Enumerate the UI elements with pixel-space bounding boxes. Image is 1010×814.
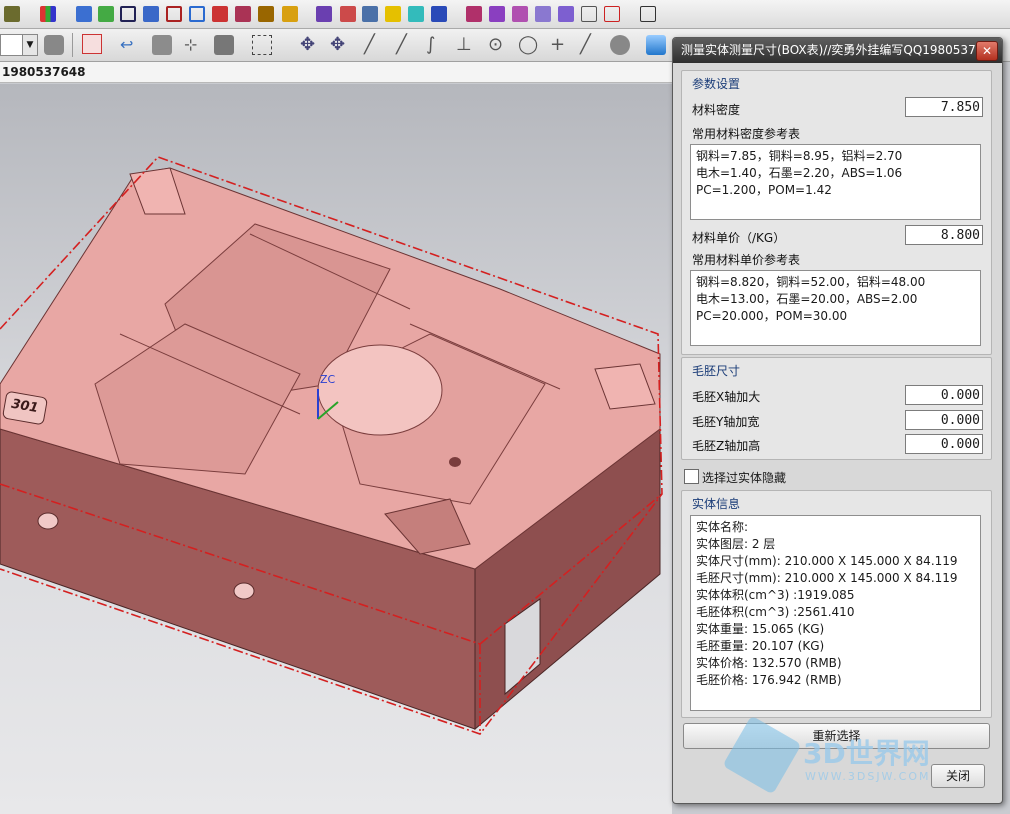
info-line: 实体价格: 132.570 (RMB) <box>696 656 842 670</box>
surface-icon[interactable] <box>610 35 630 55</box>
sort-icon[interactable] <box>282 6 298 22</box>
undo-icon[interactable]: ↩ <box>120 35 140 55</box>
measure-icon[interactable] <box>604 6 620 22</box>
price-label: 材料单价（/KG） <box>692 231 786 245</box>
select-box-icon[interactable] <box>252 35 272 55</box>
feature-icon[interactable] <box>214 35 234 55</box>
snap-point-icon[interactable] <box>82 34 102 54</box>
watermark-title: 3D世界网 <box>803 737 930 770</box>
blank-x-input[interactable]: 0.000 <box>905 385 983 405</box>
axis-label: ZC <box>320 373 336 386</box>
info-line: 实体图层: 2 层 <box>696 537 776 551</box>
address-bar: 1980537648 <box>0 62 672 83</box>
hide-checkbox[interactable] <box>684 469 699 484</box>
density-ref-line: 电木=1.40，石墨=2.20，ABS=1.06 <box>696 166 903 180</box>
price-ref-line: PC=20.000，POM=30.00 <box>696 309 848 323</box>
info-line: 毛胚价格: 176.942 (RMB) <box>696 673 842 687</box>
tree-icon[interactable] <box>189 6 205 22</box>
blank-group: 毛胚尺寸 毛胚X轴加大 0.000 毛胚Y轴加宽 0.000 毛胚Z轴加高 0.… <box>681 357 992 460</box>
info-line: 毛胚体积(cm^3) :2561.410 <box>696 605 855 619</box>
close-icon[interactable]: ✕ <box>976 41 998 61</box>
rotate-icon[interactable]: ✥ <box>330 35 350 55</box>
blank-y-label: 毛胚Y轴加宽 <box>692 415 760 429</box>
new-icon[interactable] <box>4 6 20 22</box>
layer-icon[interactable] <box>44 35 64 55</box>
hide-checkbox-label: 选择过实体隐藏 <box>702 471 787 485</box>
circle-icon[interactable]: ◯ <box>518 35 538 55</box>
info-line: 实体体积(cm^3) :1919.085 <box>696 588 855 602</box>
price-input[interactable]: 8.800 <box>905 225 983 245</box>
blank-y-input[interactable]: 0.000 <box>905 410 983 430</box>
move-icon[interactable]: ✥ <box>300 35 320 55</box>
blank-x-label: 毛胚X轴加大 <box>692 390 761 404</box>
info-line: 实体尺寸(mm): 210.000 X 145.000 X 84.119 <box>696 554 958 568</box>
params-heading: 参数设置 <box>692 77 741 91</box>
filter-combo[interactable] <box>0 34 24 56</box>
blank-heading: 毛胚尺寸 <box>692 364 741 378</box>
solid-icon[interactable] <box>152 35 172 55</box>
params-group: 参数设置 材料密度 7.850 常用材料密度参考表 钢料=7.85，铜料=8.9… <box>681 70 992 355</box>
info-line: 毛胚重量: 20.107 (KG) <box>696 639 825 653</box>
density-ref-textarea[interactable]: 钢料=7.85，铜料=8.95，铝料=2.70 电木=1.40，石墨=2.20，… <box>690 144 981 220</box>
part-icon[interactable] <box>466 6 482 22</box>
marker-icon[interactable] <box>76 6 92 22</box>
view-cube-icon[interactable] <box>646 35 666 55</box>
paint-icon[interactable] <box>40 6 56 22</box>
part-label: 301 <box>10 396 40 417</box>
frame-icon[interactable] <box>640 6 656 22</box>
watermark-url: WWW.3DSJW.COM <box>805 770 931 783</box>
part2-icon[interactable] <box>489 6 505 22</box>
info-heading: 实体信息 <box>692 497 741 511</box>
cross-icon[interactable]: + <box>550 35 570 55</box>
mold-icon[interactable] <box>316 6 332 22</box>
density-input[interactable]: 7.850 <box>905 97 983 117</box>
list-icon[interactable] <box>512 6 528 22</box>
chart-icon[interactable] <box>143 6 159 22</box>
close-button[interactable]: 关闭 <box>931 764 985 788</box>
table-icon[interactable] <box>120 6 136 22</box>
color-icon[interactable] <box>385 6 401 22</box>
warning-icon[interactable] <box>362 6 378 22</box>
price-ref-label: 常用材料单价参考表 <box>692 253 801 267</box>
measure-dialog: 测量实体测量尺寸(BOX表)//奕勇外挂编写QQ1980537648 ✕ 参数设… <box>672 37 1003 804</box>
assembly-icon[interactable] <box>340 6 356 22</box>
info-line: 实体名称: <box>696 520 749 534</box>
info-line: 毛胚尺寸(mm): 210.000 X 145.000 X 84.119 <box>696 571 958 585</box>
density-label: 材料密度 <box>692 103 741 117</box>
info-group: 实体信息 实体名称: 实体图层: 2 层 实体尺寸(mm): 210.000 X… <box>681 490 992 718</box>
main-toolbar <box>0 0 1010 29</box>
chevron-down-icon[interactable]: ▼ <box>22 34 38 56</box>
graphics-viewport[interactable]: 301 ZC <box>0 84 672 814</box>
link-icon[interactable] <box>558 6 574 22</box>
text-icon[interactable] <box>408 6 424 22</box>
info-textarea[interactable]: 实体名称: 实体图层: 2 层 实体尺寸(mm): 210.000 X 145.… <box>690 515 981 711</box>
doc-icon[interactable] <box>535 6 551 22</box>
perp-icon[interactable]: ⊥ <box>456 35 476 55</box>
line-point-icon[interactable]: ╱ <box>396 35 416 55</box>
window-icon[interactable] <box>581 6 597 22</box>
density-ref-line: 钢料=7.85，铜料=8.95，铝料=2.70 <box>696 149 903 163</box>
info-line: 实体重量: 15.065 (KG) <box>696 622 825 636</box>
line-icon[interactable]: ╱ <box>364 35 384 55</box>
image-icon[interactable] <box>166 6 182 22</box>
point-icon[interactable]: ⊹ <box>184 35 204 55</box>
density-ref-line: PC=1.200，POM=1.42 <box>696 183 832 197</box>
price-ref-line: 钢料=8.820，铜料=52.00，铝料=48.00 <box>696 275 926 289</box>
box-icon[interactable] <box>258 6 274 22</box>
cube-icon[interactable] <box>98 6 114 22</box>
blank-z-label: 毛胚Z轴加高 <box>692 439 761 453</box>
curve-icon[interactable]: ∫ <box>426 35 446 55</box>
part-model <box>0 156 663 735</box>
center-icon[interactable]: ⊙ <box>488 35 508 55</box>
grid-icon[interactable] <box>431 6 447 22</box>
blank-z-input[interactable]: 0.000 <box>905 434 983 454</box>
price-ref-textarea[interactable]: 钢料=8.820，铜料=52.00，铝料=48.00 电木=13.00，石墨=2… <box>690 270 981 346</box>
gear-icon[interactable] <box>235 6 251 22</box>
tangent-icon[interactable]: ╱ <box>580 35 600 55</box>
density-ref-label: 常用材料密度参考表 <box>692 127 801 141</box>
triangle-icon[interactable] <box>212 6 228 22</box>
dialog-title: 测量实体测量尺寸(BOX表)//奕勇外挂编写QQ1980537648 <box>673 38 1002 63</box>
price-ref-line: 电木=13.00，石墨=20.00，ABS=2.00 <box>696 292 918 306</box>
